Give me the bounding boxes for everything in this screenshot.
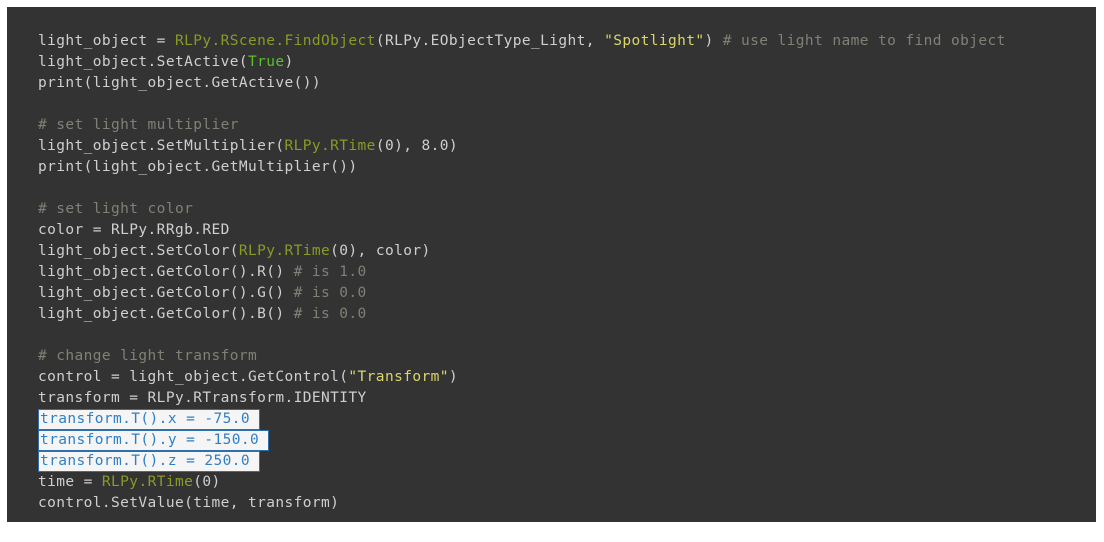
- code-token-comment: # set light color: [38, 201, 194, 217]
- code-line[interactable]: light_object.SetColor(RLPy.RTime(0), col…: [7, 241, 1096, 262]
- code-token-keyword: True: [247, 54, 285, 70]
- code-line[interactable]: light_object.SetActive(True): [7, 52, 1096, 73]
- code-line[interactable]: # set light multiplier: [7, 115, 1096, 136]
- code-editor-panel[interactable]: light_object = RLPy.RScene.FindObject(RL…: [7, 7, 1096, 522]
- code-token-comment: # is 1.0: [293, 264, 367, 280]
- code-line[interactable]: print(light_object.GetActive()): [7, 73, 1096, 94]
- code-token-plain: ): [284, 54, 294, 70]
- highlighted-code-text: transform.T().z = 250.0: [38, 451, 260, 472]
- code-token-plain: control = light_object.GetControl(: [38, 369, 349, 385]
- code-token-plain: ): [448, 369, 458, 385]
- code-token-plain: light_object.GetColor().R(): [38, 264, 294, 280]
- code-token-comment: # change light transform: [38, 348, 258, 364]
- code-line[interactable]: control = light_object.GetControl("Trans…: [7, 367, 1096, 388]
- code-token-plain: time =: [38, 474, 102, 490]
- code-line[interactable]: light_object.GetColor().G() # is 0.0: [7, 283, 1096, 304]
- code-line[interactable]: print(light_object.GetMultiplier()): [7, 157, 1096, 178]
- code-token-api: RLPy.RScene.FindObject: [174, 33, 376, 49]
- code-token-plain: (0), 8.0): [375, 138, 458, 154]
- code-line-highlighted[interactable]: transform.T().x = -75.0: [7, 409, 1096, 430]
- code-token-string: "Transform": [348, 369, 449, 385]
- code-line-highlighted[interactable]: transform.T().z = 250.0: [7, 451, 1096, 472]
- code-token-api: RLPy.RTime: [101, 474, 194, 490]
- code-token-comment: # is 0.0: [293, 285, 367, 301]
- code-line[interactable]: transform = RLPy.RTransform.IDENTITY: [7, 388, 1096, 409]
- highlighted-code-text: transform.T().x = -75.0: [38, 409, 260, 430]
- code-line[interactable]: control.SetValue(time, transform): [7, 493, 1096, 514]
- code-token-plain: print(light_object.GetMultiplier()): [38, 159, 358, 175]
- code-line[interactable]: light_object.GetColor().B() # is 0.0: [7, 304, 1096, 325]
- code-line[interactable]: time = RLPy.RTime(0): [7, 472, 1096, 493]
- code-token-plain: light_object =: [38, 33, 175, 49]
- code-token-plain: control.SetValue(time, transform): [38, 495, 340, 511]
- code-token-plain: print(light_object.GetActive()): [38, 75, 322, 91]
- code-token-plain: light_object.SetActive(: [38, 54, 248, 70]
- code-line[interactable]: light_object.GetColor().R() # is 1.0: [7, 262, 1096, 283]
- code-line[interactable]: # change light transform: [7, 346, 1096, 367]
- code-token-string: "Spotlight": [604, 33, 705, 49]
- code-token-plain: light_object.GetColor().B(): [38, 306, 294, 322]
- code-line[interactable]: light_object.SetMultiplier(RLPy.RTime(0)…: [7, 136, 1096, 157]
- code-line-highlighted[interactable]: transform.T().y = -150.0: [7, 430, 1096, 451]
- code-token-plain: color = RLPy.RRgb.RED: [38, 222, 230, 238]
- code-token-plain: (0), color): [330, 243, 431, 259]
- code-token-plain: light_object.SetColor(: [38, 243, 239, 259]
- code-token-comment: # is 0.0: [293, 306, 367, 322]
- code-token-api: RLPy.RTime: [238, 243, 331, 259]
- code-token-plain: light_object.SetMultiplier(: [38, 138, 285, 154]
- code-token-api: RLPy.RTime: [284, 138, 376, 154]
- code-token-comment: # set light multiplier: [38, 117, 239, 133]
- code-token-plain: transform = RLPy.RTransform.IDENTITY: [38, 390, 367, 406]
- code-lines-container: light_object = RLPy.RScene.FindObject(RL…: [7, 31, 1096, 514]
- code-token-plain: (RLPy.EObjectType_Light,: [375, 33, 605, 49]
- code-line[interactable]: color = RLPy.RRgb.RED: [7, 220, 1096, 241]
- code-token-plain: ): [704, 33, 723, 49]
- code-line[interactable]: light_object = RLPy.RScene.FindObject(RL…: [7, 31, 1096, 52]
- highlighted-code-text: transform.T().y = -150.0: [38, 430, 269, 451]
- code-line[interactable]: # set light color: [7, 199, 1096, 220]
- code-token-plain: light_object.GetColor().G(): [38, 285, 294, 301]
- code-token-comment: # use light name to find object: [722, 33, 1006, 49]
- code-token-plain: (0): [193, 474, 221, 490]
